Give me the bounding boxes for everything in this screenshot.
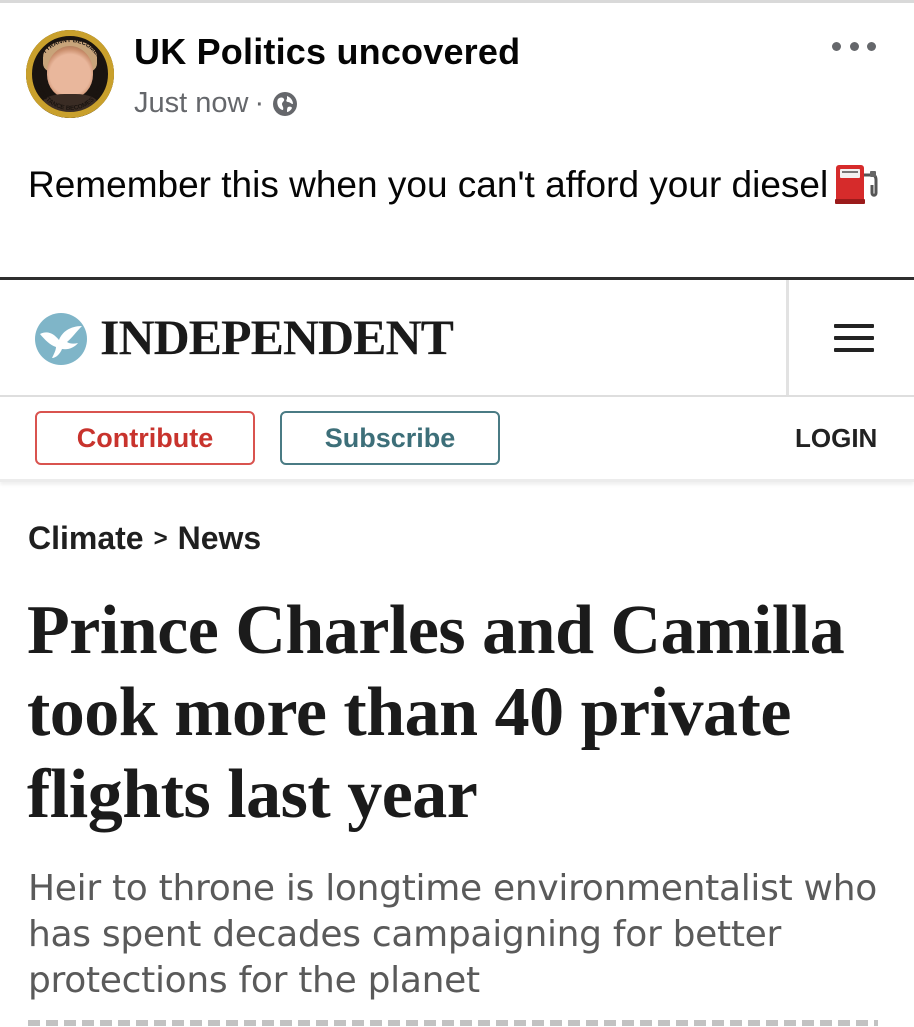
- avatar[interactable]: WHEN TYRANNY BECOMES LAW RESISTANCE BECO…: [26, 30, 114, 118]
- cropped-text-line: [28, 1020, 878, 1026]
- more-dot: [849, 41, 859, 51]
- breadcrumb: Climate > News: [28, 520, 261, 557]
- more-options-icon[interactable]: [832, 36, 876, 56]
- post-text: Remember this when you can't afford your…: [28, 160, 888, 210]
- more-dot: [867, 41, 876, 51]
- independent-header: INDEPENDENT: [0, 280, 914, 397]
- contribute-button[interactable]: Contribute: [35, 411, 255, 465]
- post-caption: Remember this when you can't afford your…: [28, 164, 829, 205]
- globe-icon[interactable]: [272, 91, 298, 117]
- post-header: WHEN TYRANNY BECOMES LAW RESISTANCE BECO…: [0, 0, 914, 140]
- subscribe-button[interactable]: Subscribe: [280, 411, 500, 465]
- avatar-ring-text: WHEN TYRANNY BECOMES LAW RESISTANCE BECO…: [26, 30, 114, 118]
- breadcrumb-subsection[interactable]: News: [178, 520, 262, 557]
- independent-subbar: Contribute Subscribe LOGIN: [0, 397, 914, 482]
- hamburger-menu-icon[interactable]: [834, 324, 876, 354]
- fuel-pump-icon: [835, 165, 878, 204]
- article-headline: Prince Charles and Camilla took more tha…: [27, 592, 845, 833]
- post-timestamp[interactable]: Just now: [134, 87, 248, 120]
- article-standfirst: Heir to throne is longtime environmental…: [28, 868, 877, 1001]
- login-link[interactable]: LOGIN: [795, 423, 877, 454]
- page-name[interactable]: UK Politics uncovered: [134, 31, 520, 73]
- more-dot: [832, 41, 841, 51]
- shared-article-image[interactable]: INDEPENDENT Contribute Subscribe LOGIN C…: [0, 277, 914, 1027]
- eagle-icon: [35, 313, 87, 365]
- post-meta: Just now ·: [134, 87, 298, 120]
- header-divider: [786, 280, 789, 395]
- breadcrumb-section[interactable]: Climate: [28, 520, 144, 557]
- meta-separator: ·: [254, 87, 265, 119]
- breadcrumb-separator: >: [153, 524, 168, 552]
- independent-logo[interactable]: INDEPENDENT: [100, 308, 454, 366]
